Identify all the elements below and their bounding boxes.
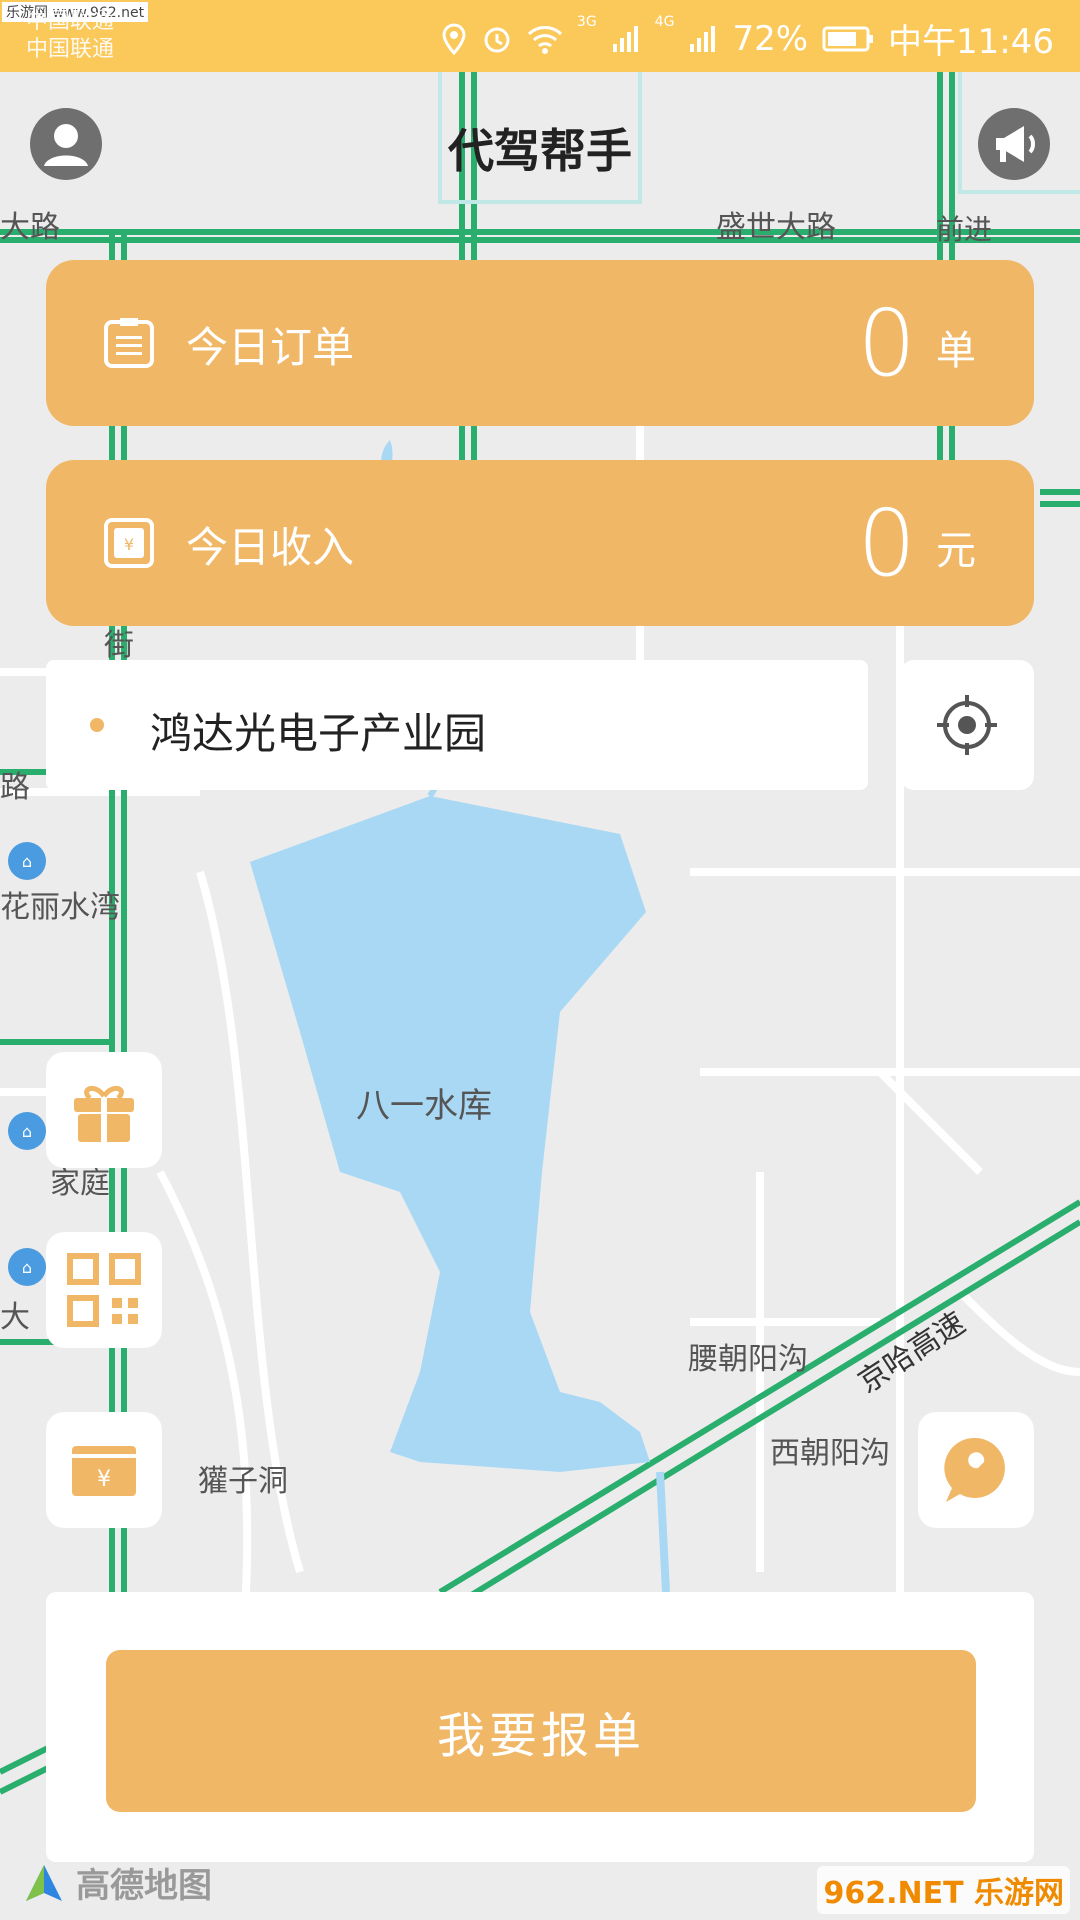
amap-logo: 高德地图 (22, 1858, 212, 1907)
location-dot (90, 718, 104, 732)
map-label-reservoir: 八一水库 (356, 1086, 492, 1126)
map-label-xichaoyanggou: 西朝阳沟 (770, 1436, 890, 1471)
map-label-hualishuiwan: 花丽水湾 (0, 890, 120, 925)
battery-icon (822, 26, 874, 51)
map-label-dalu: 大路 (0, 210, 60, 245)
wallet-button[interactable]: ¥ (46, 1412, 162, 1528)
clipboard-icon (104, 318, 154, 368)
megaphone-icon (996, 126, 1035, 162)
map-label-road: 盛世大路 (716, 210, 836, 245)
svg-text:¥: ¥ (124, 535, 134, 554)
carrier-2: 中国联通 (26, 37, 115, 62)
map-label-da: 大 (0, 1300, 30, 1335)
carrier-info: 中国联通 中国联通 (26, 8, 114, 64)
page-title: 代驾帮手 (448, 124, 632, 178)
network-3g: 3G (576, 14, 597, 30)
user-avatar-button[interactable] (30, 108, 102, 180)
alarm-icon (484, 27, 510, 52)
status-icons: 3G 4G 72% 中午11:46 (441, 14, 1054, 63)
qr-code-button[interactable] (46, 1232, 162, 1348)
report-order-button[interactable]: 我要报单 (106, 1650, 976, 1812)
network-4g: 4G (654, 14, 675, 30)
poi-residential-icon[interactable]: ⌂ (8, 842, 46, 880)
wallet-icon: ¥ (72, 1446, 136, 1496)
gift-icon (74, 1085, 134, 1142)
amap-logo-icon (26, 1864, 62, 1901)
bottom-panel: 我要报单 (46, 1592, 1034, 1862)
status-bar: 乐游网 www.962.net 中国联通 中国联通 3G 4G 72% 中午11… (0, 0, 1080, 72)
svg-text:¥: ¥ (97, 1467, 111, 1492)
orders-label: 今日订单 (186, 323, 355, 372)
battery-percent: 72% (732, 18, 809, 59)
wifi-icon (527, 25, 562, 54)
orders-unit: 单 (936, 328, 976, 374)
map-label-lu: 路 (0, 770, 30, 805)
service-tool-button[interactable] (918, 1412, 1034, 1528)
clock: 中午11:46 (888, 22, 1054, 62)
location-address: 鸿达光电子产业园 (150, 709, 487, 758)
map-label-qianjin: 前进 (936, 213, 993, 246)
watermark-bottom: 962.NET 乐游网 (817, 1866, 1070, 1914)
wrench-chat-icon (944, 1437, 1005, 1502)
signal-icon-2 (690, 25, 716, 52)
location-icon (442, 22, 466, 55)
current-location-bar[interactable]: 鸿达光电子产业园 (46, 660, 868, 790)
income-value: 0 (857, 490, 916, 597)
map-label-jie: 街 (104, 628, 134, 663)
map-label-huanzidong: 獾子洞 (198, 1464, 288, 1499)
carrier-1: 中国联通 (26, 9, 115, 34)
today-orders-card[interactable]: 今日订单 0 单 (46, 260, 1034, 426)
poi-residential-icon[interactable]: ⌂ (8, 1112, 46, 1150)
gift-button[interactable] (46, 1052, 162, 1168)
locate-button[interactable] (900, 660, 1034, 790)
map-label-yaochaoyanggou: 腰朝阳沟 (688, 1342, 808, 1377)
today-income-card[interactable]: ¥ 今日收入 0 元 (46, 460, 1034, 626)
qr-code-icon (67, 1253, 141, 1327)
locate-icon (937, 695, 997, 755)
yuan-ticket-icon: ¥ (104, 518, 154, 568)
signal-icon-1 (612, 25, 638, 52)
poi-residential-icon[interactable]: ⌂ (8, 1248, 46, 1286)
income-label: 今日收入 (186, 523, 355, 572)
amap-logo-text: 高德地图 (76, 1866, 212, 1906)
income-unit: 元 (936, 528, 976, 574)
notice-button[interactable] (978, 108, 1050, 180)
user-avatar-icon (44, 124, 88, 166)
orders-value: 0 (857, 290, 916, 397)
